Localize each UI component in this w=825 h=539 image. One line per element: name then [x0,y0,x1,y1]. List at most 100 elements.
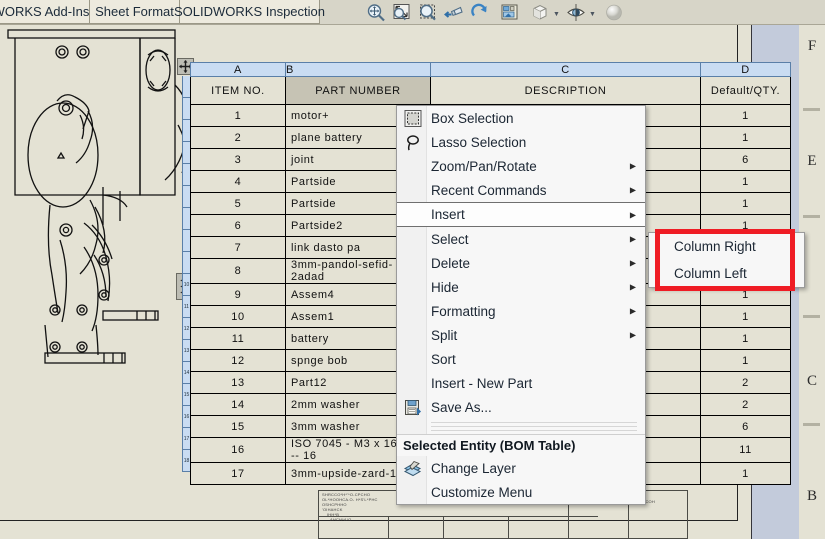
tab-sheet-format[interactable]: Sheet Format [89,0,180,24]
menu-item-insert[interactable]: Insert ▶ [397,202,645,227]
tab-label: WORKS Add-Ins [0,4,90,19]
menu-item-split[interactable]: Split ▶ [397,323,645,347]
menu-item-label: Zoom/Pan/Rotate [431,158,537,174]
submenu-item-column-left[interactable]: Column Left [649,260,804,287]
header-description[interactable]: DESCRIPTION [430,76,701,105]
submenu-arrow-icon: ▶ [629,161,636,171]
column-letter-a[interactable]: A [190,62,286,77]
menu-item-hide[interactable]: Hide ▶ [397,275,645,299]
tab-label: Sheet Format [95,4,174,19]
menu-item-delete[interactable]: Delete ▶ [397,251,645,275]
cell-item-no[interactable]: 5 [190,192,286,215]
submenu-arrow-icon: ▶ [629,282,636,292]
cell-item-no[interactable]: 11 [190,327,286,350]
menu-item-change-layer[interactable]: Change Layer [397,456,645,480]
zone-label-e: E [807,153,817,169]
column-letter-d[interactable]: D [700,62,791,77]
box-selection-icon [402,108,423,129]
cell-item-no[interactable]: 9 [190,283,286,306]
view-toolbar: ▼ ▼ [365,0,630,25]
cell-item-no[interactable]: 7 [190,236,286,259]
cell-item-no[interactable]: 8 [190,258,286,284]
cell-item-no[interactable]: 10 [190,305,286,328]
menu-item-save-as[interactable]: Save As... [397,395,645,419]
menu-item-recent-commands[interactable]: Recent Commands ▶ [397,178,645,202]
display-style-chevron-down-icon[interactable]: ▼ [552,10,561,18]
cell-qty[interactable]: 2 [700,371,791,394]
menu-separator [431,430,637,431]
cell-qty[interactable]: 6 [700,148,791,171]
section-view-icon[interactable] [499,2,521,23]
column-letter-c[interactable]: C [430,62,701,77]
cell-qty[interactable]: 2 [700,393,791,416]
menu-item-select[interactable]: Select ▶ [397,227,645,251]
menu-item-zoom-pan-rotate[interactable]: Zoom/Pan/Rotate ▶ [397,154,645,178]
rotate-view-icon[interactable] [469,2,491,23]
cell-qty[interactable]: 1 [700,170,791,193]
submenu-arrow-icon: ▶ [629,210,636,219]
menu-item-label: Insert - New Part [431,375,533,391]
cell-qty[interactable]: 1 [700,305,791,328]
cell-item-no[interactable]: 12 [190,349,286,372]
cell-qty[interactable]: 1 [700,192,791,215]
insert-submenu[interactable]: Column Right Column Left [648,232,805,288]
apply-scene-icon[interactable] [603,2,625,23]
menu-item-label: Formatting [431,303,496,319]
cell-item-no[interactable]: 1 [190,104,286,127]
lasso-selection-icon [402,132,423,153]
cell-qty[interactable]: 11 [700,437,791,463]
cell-qty[interactable]: 1 [700,349,791,372]
menu-item-formatting[interactable]: Formatting ▶ [397,299,645,323]
tab-solidworks-inspection[interactable]: SOLIDWORKS Inspection [174,0,325,24]
cell-item-no[interactable]: 15 [190,415,286,438]
cell-item-no[interactable]: 17 [190,462,286,485]
header-part-number[interactable]: PART NUMBER [285,76,431,105]
zoom-to-area-icon[interactable] [365,2,387,23]
cell-qty[interactable]: 6 [700,415,791,438]
menu-item-customize-menu[interactable]: Customize Menu [397,480,645,504]
submenu-arrow-icon: ▶ [629,258,636,268]
submenu-arrow-icon: ▶ [629,234,636,244]
menu-item-label: Insert [431,207,465,222]
menu-item-lasso-selection[interactable]: Lasso Selection [397,130,645,154]
cell-item-no[interactable]: 16 [190,437,286,463]
cell-qty[interactable]: 1 [700,462,791,485]
menu-item-label: Select [431,231,469,247]
robot-assembly-drawing [7,29,190,364]
zone-tick [803,108,820,111]
cell-item-no[interactable]: 13 [190,371,286,394]
cell-item-no[interactable]: 14 [190,393,286,416]
menu-item-insert-new-part[interactable]: Insert - New Part [397,371,645,395]
hide-show-chevron-down-icon[interactable]: ▼ [588,10,597,18]
tab-solidworks-add-ins[interactable]: WORKS Add-Ins [0,0,90,24]
menu-item-label: Box Selection [431,110,514,126]
header-item-no[interactable]: ITEM NO. [190,76,286,105]
cell-item-no[interactable]: 2 [190,126,286,149]
menu-item-label: Customize Menu [431,484,533,500]
zoom-to-selection-icon[interactable] [417,2,439,23]
context-menu[interactable]: Box Selection Lasso Selection Zoom/Pan/Rot… [396,105,646,505]
cell-item-no[interactable]: 3 [190,148,286,171]
menu-item-box-selection[interactable]: Box Selection [397,106,645,130]
cell-item-no[interactable]: 4 [190,170,286,193]
previous-view-icon[interactable] [443,2,465,23]
column-letter-row: A B C D [190,62,791,77]
title-block-text-6: AHCH*A/O [330,517,352,522]
cell-qty[interactable]: 1 [700,327,791,350]
zone-label-f: F [807,38,817,54]
submenu-item-column-right[interactable]: Column Right [649,233,804,260]
header-default-qty[interactable]: Default/QTY. [700,76,791,105]
hide-show-items-icon[interactable] [565,2,587,23]
save-as-icon [402,397,423,418]
cell-qty[interactable]: 1 [700,104,791,127]
cell-item-no[interactable]: 6 [190,214,286,237]
menu-item-sort[interactable]: Sort [397,347,645,371]
zoom-to-fit-icon[interactable] [391,2,413,23]
menu-item-label: Hide [431,279,459,295]
tab-label: SOLIDWORKS Inspection [174,4,325,19]
submenu-arrow-icon: ▶ [629,330,636,340]
submenu-label: Column Left [674,266,747,281]
display-style-icon[interactable] [529,2,551,23]
cell-qty[interactable]: 1 [700,126,791,149]
column-letter-b[interactable]: B [285,62,431,77]
